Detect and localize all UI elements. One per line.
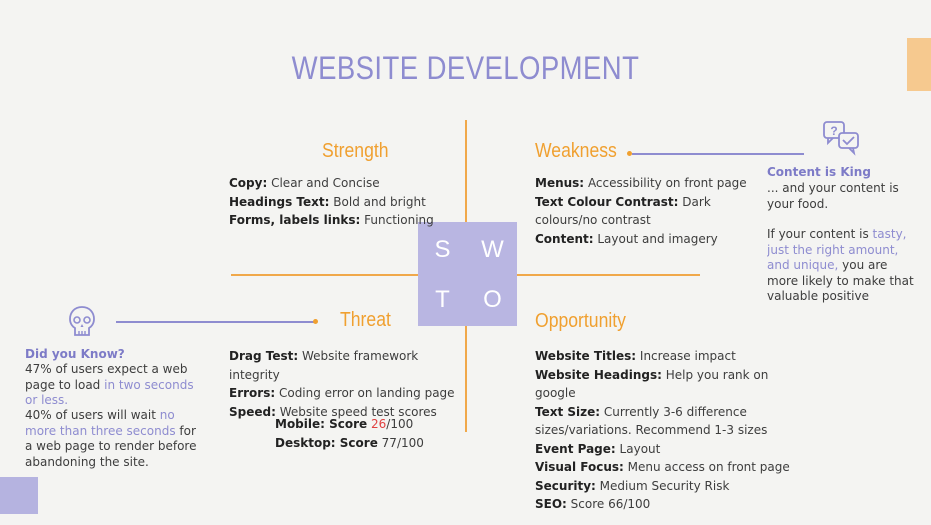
content-king-paragraph: If your content is tasty, just the right… bbox=[767, 227, 914, 303]
content-king-line1: ... and your content is your food. bbox=[767, 181, 899, 211]
weakness-list: Menus: Accessibility on front page Text … bbox=[535, 174, 765, 248]
did-you-know-title: Did you Know? bbox=[25, 347, 125, 361]
list-item: Text Colour Contrast: Dark bbox=[535, 194, 711, 209]
list-item: Visual Focus: Menu access on front page bbox=[535, 460, 790, 474]
swot-letter-w: W bbox=[481, 236, 504, 263]
did-you-know-paragraph-2: 40% of users will wait no more than thre… bbox=[25, 408, 197, 469]
list-item: colours/no contrast bbox=[535, 213, 651, 227]
list-item: Copy: Clear and Concise bbox=[229, 176, 380, 190]
swot-letter-s: S bbox=[434, 236, 451, 263]
threat-scores: Mobile: Score 26/100 Desktop: Score 77/1… bbox=[275, 415, 455, 452]
question-chat-icon: ? bbox=[822, 120, 862, 156]
strength-heading: Strength bbox=[322, 140, 389, 162]
list-item: Headings Text: Bold and bright bbox=[229, 194, 426, 209]
swot-letter-o: O bbox=[483, 286, 502, 313]
threat-connector-dot bbox=[313, 319, 318, 324]
list-item: Text Size: Currently 3-6 difference bbox=[535, 404, 747, 419]
list-item: SEO: Score 66/100 bbox=[535, 497, 651, 511]
decorative-corner-block-bottom bbox=[0, 477, 38, 514]
decorative-corner-block-top bbox=[907, 38, 931, 91]
opportunity-list: Website Titles: Increase impact Website … bbox=[535, 347, 795, 514]
swot-letter-box: S W T O bbox=[418, 222, 517, 326]
list-item: Event Page: Layout bbox=[535, 441, 661, 456]
skull-icon bbox=[67, 305, 97, 339]
list-item: Content: Layout and imagery bbox=[535, 231, 718, 246]
list-item: Errors: Coding error on landing page bbox=[229, 386, 455, 400]
list-item: sizes/variations. Recommend 1-3 sizes bbox=[535, 423, 768, 437]
list-item: Website Titles: Increase impact bbox=[535, 349, 736, 363]
mobile-score: Mobile: Score 26/100 bbox=[275, 417, 414, 431]
threat-heading: Threat bbox=[340, 309, 391, 331]
desktop-score: Desktop: Score 77/100 bbox=[275, 435, 424, 450]
strength-list: Copy: Clear and Concise Headings Text: B… bbox=[229, 174, 459, 230]
page-title: WEBSITE DEVELOPMENT bbox=[291, 50, 640, 86]
swot-letter-t: T bbox=[435, 286, 450, 313]
threat-list: Drag Test: Website framework integrity E… bbox=[229, 347, 461, 421]
list-item: Drag Test: Website framework integrity bbox=[229, 349, 419, 382]
list-item: Forms, labels links: Functioning bbox=[229, 213, 434, 227]
did-you-know-paragraph-1: 47% of users expect a web page to load i… bbox=[25, 362, 194, 407]
threat-connector-line bbox=[116, 321, 316, 323]
weakness-connector-line bbox=[632, 153, 804, 155]
opportunity-heading: Opportunity bbox=[535, 310, 626, 332]
svg-text:?: ? bbox=[830, 124, 837, 138]
list-item: Security: Medium Security Risk bbox=[535, 478, 730, 493]
list-item: Menus: Accessibility on front page bbox=[535, 176, 747, 190]
content-king-title: Content is King bbox=[767, 165, 871, 179]
list-item: Website Headings: Help you rank on googl… bbox=[535, 367, 769, 401]
weakness-heading: Weakness bbox=[535, 140, 617, 162]
